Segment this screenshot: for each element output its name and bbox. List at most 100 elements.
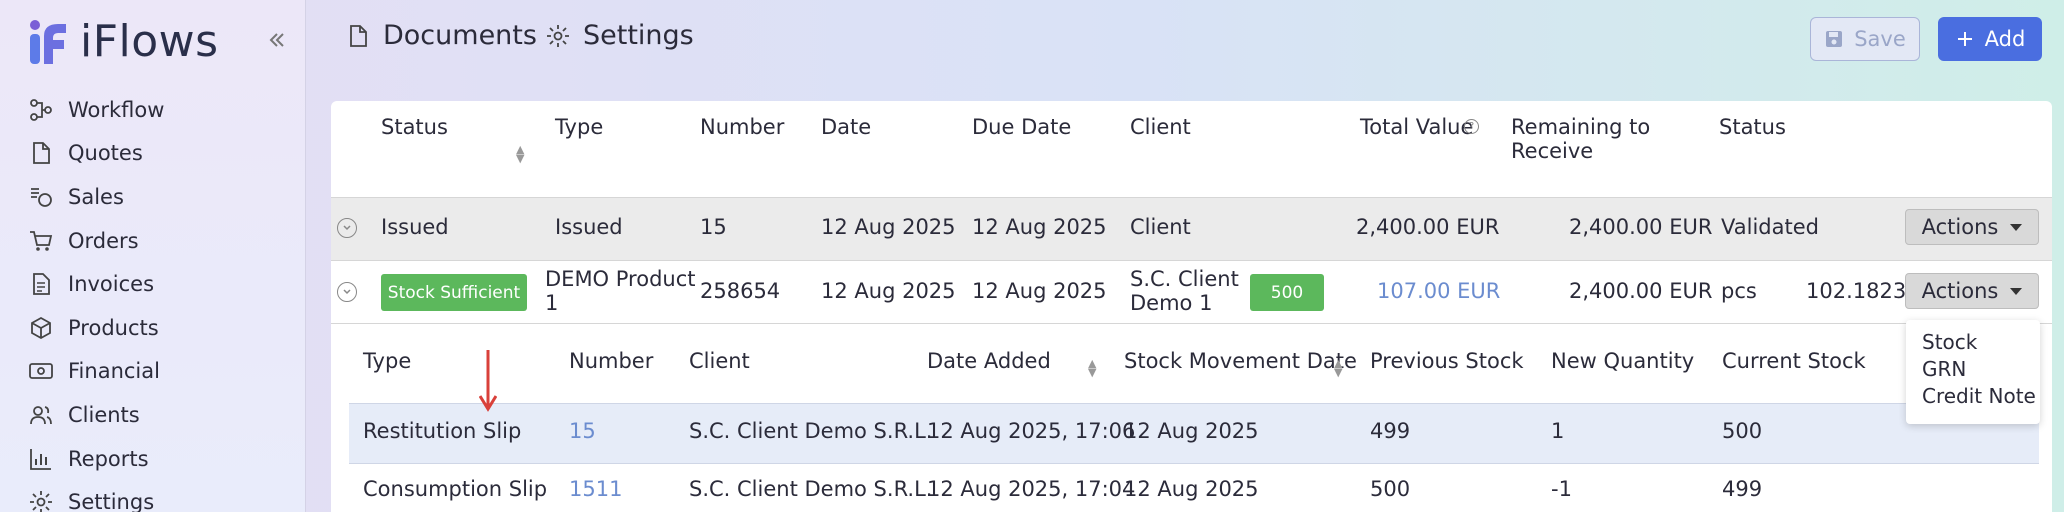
subrow-number-link[interactable]: 1511: [569, 477, 622, 501]
expand-row-icon[interactable]: [337, 282, 357, 302]
workflow-icon: [30, 98, 52, 121]
actions-dropdown-menu: Stock GRN Credit Note: [1906, 320, 2040, 424]
header-client[interactable]: Client: [1130, 115, 1191, 139]
row-type: Issued: [555, 215, 623, 239]
floppy-disk-icon: [1826, 31, 1843, 47]
menu-item-credit-note[interactable]: Credit Note: [1922, 384, 2036, 408]
subheader-date-added[interactable]: Date Added: [927, 349, 1051, 373]
row-date: 12 Aug 2025: [821, 279, 956, 303]
row-remaining: 2,400.00 EUR: [1569, 279, 1713, 303]
sort-icon[interactable]: ▲ ▼: [516, 144, 524, 164]
row-status-2: Validated: [1721, 215, 1819, 239]
sidebar-item-label: Clients: [68, 402, 140, 427]
row-number: 15: [700, 215, 727, 239]
subrow-new-quantity: -1: [1551, 477, 1572, 501]
row-type-line1: DEMO Product: [545, 267, 696, 291]
menu-item-stock[interactable]: Stock: [1922, 330, 1977, 354]
gear-icon: [547, 24, 569, 47]
add-button[interactable]: Add: [1938, 17, 2042, 61]
save-button[interactable]: Save: [1810, 17, 1920, 61]
subrow-new-quantity: 1: [1551, 419, 1565, 443]
row-client-line1: S.C. Client: [1130, 267, 1239, 291]
subrow-movement-date: 12 Aug 2025: [1124, 477, 1259, 501]
menu-item-grn[interactable]: GRN: [1922, 357, 1966, 381]
subrow-date-added: 12 Aug 2025, 17:06: [927, 419, 1136, 443]
row-total-value[interactable]: 107.00 EUR: [1377, 279, 1500, 303]
subheader-stock-movement-date[interactable]: Stock Movement Date: [1124, 349, 1357, 373]
app-window: iFlows Workflow Quotes Sales Orders Invo…: [0, 0, 2064, 512]
subheader-client[interactable]: Client: [689, 349, 750, 373]
box-icon: [31, 316, 51, 339]
save-button-label: Save: [1854, 27, 1906, 51]
sidebar-item-label: Quotes: [68, 141, 143, 166]
row-type-line2: 1: [545, 291, 559, 315]
subrow-type: Consumption Slip: [363, 477, 548, 501]
subheader-number[interactable]: Number: [569, 349, 653, 373]
caret-down-icon: [2010, 223, 2023, 231]
annotation-arrow-icon: [479, 350, 497, 412]
header-due-date[interactable]: Due Date: [972, 115, 1071, 139]
sidebar-item-workflow[interactable]: Workflow: [28, 88, 164, 132]
actions-button[interactable]: Actions: [1905, 273, 2039, 309]
row-due-date: 12 Aug 2025: [972, 279, 1107, 303]
row-total-value: 2,400.00 EUR: [1356, 215, 1500, 239]
sidebar-item-label: Reports: [68, 446, 149, 471]
sidebar-item-financial[interactable]: Financial: [28, 350, 164, 394]
document-icon: [33, 142, 50, 165]
expand-row-icon[interactable]: [337, 218, 357, 238]
subrow-client: S.C. Client Demo S.R.L.: [689, 419, 933, 443]
tab-settings[interactable]: Settings: [545, 20, 694, 51]
subheader-new-quantity[interactable]: New Quantity: [1551, 349, 1694, 373]
actions-label: Actions: [1921, 279, 1999, 303]
header-remaining-line2[interactable]: Receive: [1511, 139, 1593, 163]
header-total-value[interactable]: Total Value: [1360, 115, 1473, 139]
logo[interactable]: iFlows: [28, 16, 219, 67]
subheader-previous-stock[interactable]: Previous Stock: [1370, 349, 1524, 373]
help-icon[interactable]: ?: [1464, 119, 1479, 134]
tab-documents[interactable]: Documents: [345, 20, 537, 51]
sidebar-item-settings[interactable]: Settings: [28, 480, 164, 512]
subrow-movement-date: 12 Aug 2025: [1124, 419, 1259, 443]
sidebar-item-quotes[interactable]: Quotes: [28, 132, 164, 176]
row-client-line2: Demo 1: [1130, 291, 1213, 315]
header-remaining-line1[interactable]: Remaining to: [1511, 115, 1650, 139]
header-status-2[interactable]: Status: [1719, 115, 1786, 139]
users-icon: [30, 406, 52, 424]
logo-icon: [28, 18, 70, 66]
sidebar-item-clients[interactable]: Clients: [28, 393, 164, 437]
sort-icon[interactable]: ▲ ▼: [1334, 358, 1342, 378]
sidebar-item-label: Workflow: [68, 97, 165, 122]
app-name: iFlows: [80, 16, 219, 67]
sidebar-nav: Workflow Quotes Sales Orders Invoices Pr…: [28, 88, 164, 512]
header-number[interactable]: Number: [700, 115, 784, 139]
document-icon: [350, 24, 367, 47]
actions-button[interactable]: Actions: [1905, 209, 2039, 245]
sidebar-item-products[interactable]: Products: [28, 306, 164, 350]
subrow-number-link[interactable]: 15: [569, 419, 596, 443]
sidebar-item-label: Sales: [68, 184, 124, 209]
cart-icon: [30, 230, 53, 251]
row-divider: [331, 323, 2052, 324]
sidebar-item-label: Financial: [68, 359, 160, 384]
sidebar-item-sales[interactable]: Sales: [28, 175, 164, 219]
row-unit: pcs: [1721, 279, 1757, 303]
sidebar-item-invoices[interactable]: Invoices: [28, 262, 164, 306]
subrow-date-added: 12 Aug 2025, 17:04: [927, 477, 1136, 501]
subheader-type[interactable]: Type: [363, 349, 411, 373]
plus-icon: [1957, 32, 1972, 46]
sort-icon[interactable]: ▲ ▼: [1088, 358, 1096, 378]
sidebar-item-orders[interactable]: Orders: [28, 219, 164, 263]
row-extra-value: 102.1823: [1806, 279, 1907, 303]
header-status[interactable]: Status: [381, 115, 448, 139]
header-type[interactable]: Type: [555, 115, 603, 139]
row-number: 258654: [700, 279, 781, 303]
sidebar-item-reports[interactable]: Reports: [28, 437, 164, 481]
double-chevron-left-icon[interactable]: [266, 28, 288, 58]
header-date[interactable]: Date: [821, 115, 871, 139]
gear-icon: [30, 491, 52, 512]
subrow-current-stock: 500: [1722, 419, 1763, 443]
sidebar-item-label: Invoices: [68, 272, 155, 297]
subheader-current-stock[interactable]: Current Stock: [1722, 349, 1866, 373]
row-date: 12 Aug 2025: [821, 215, 956, 239]
subrow-type: Restitution Slip: [363, 419, 522, 443]
